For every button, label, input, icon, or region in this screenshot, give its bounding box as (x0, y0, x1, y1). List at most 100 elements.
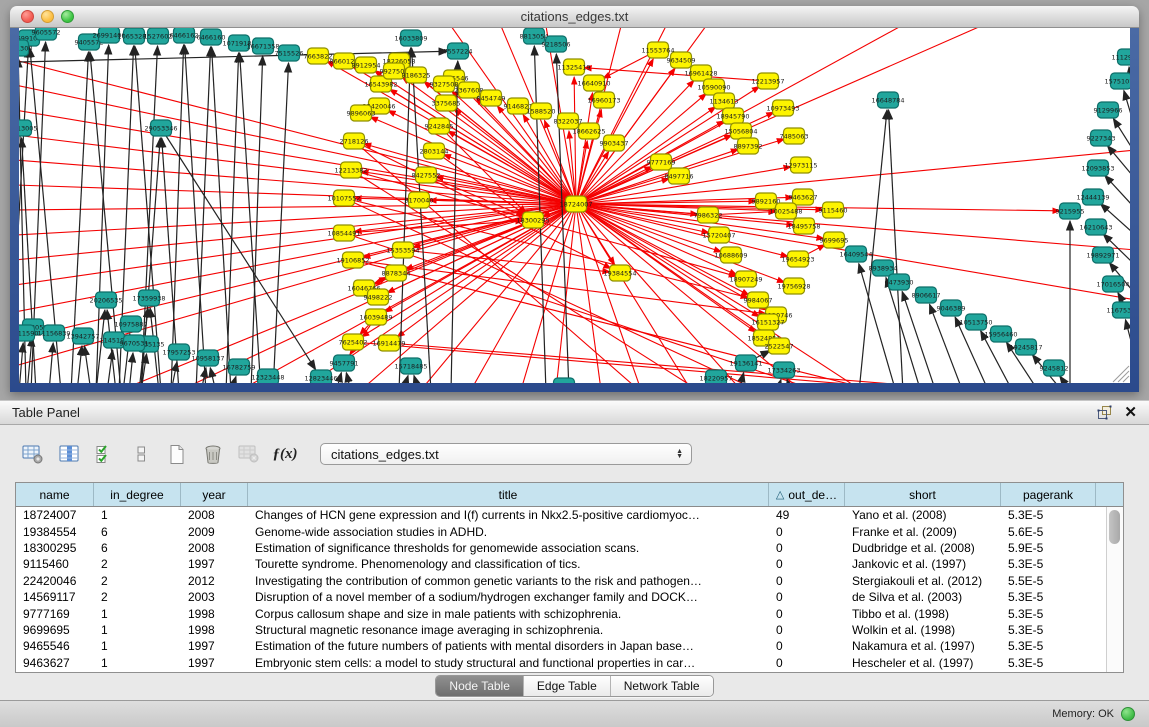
delete-rows-icon[interactable] (198, 439, 228, 469)
network-window-titlebar[interactable]: citations_edges.txt (10, 6, 1139, 28)
column-header-year[interactable]: year (181, 483, 248, 506)
network-node[interactable]: 9498222 (364, 289, 393, 305)
network-node[interactable]: 1527602 (144, 28, 173, 44)
table-row[interactable]: 946362711997Embryonic stem cells: a mode… (16, 655, 1106, 671)
network-canvas[interactable]: 1872400776638228660128891295416543982234… (19, 28, 1130, 383)
zoom-window-button[interactable] (61, 10, 74, 23)
function-builder-icon[interactable]: ƒ(x) (270, 439, 300, 469)
table-row[interactable]: 911546021997Tourette syndrome. Phenomeno… (16, 556, 1106, 572)
network-node[interactable]: 11675349 (1106, 302, 1130, 318)
network-node[interactable]: 20513005 (19, 120, 38, 136)
network-node[interactable]: 1134613 (710, 93, 739, 109)
network-node[interactable]: 12973115 (784, 157, 817, 173)
network-node[interactable]: 6466162 (170, 28, 199, 43)
canvas-resize-grip[interactable] (1113, 366, 1129, 382)
row-height-icon[interactable] (126, 439, 156, 469)
network-node[interactable]: 9896063 (347, 105, 376, 121)
network-node[interactable]: 9215955 (1056, 203, 1085, 219)
network-node[interactable]: 11325419 (557, 59, 590, 75)
network-node[interactable]: 12213957 (751, 73, 784, 89)
scrollbar-thumb[interactable] (1109, 510, 1120, 544)
vertical-scrollbar[interactable] (1106, 507, 1123, 672)
column-header-out_de[interactable]: △out_de… (769, 483, 845, 506)
close-panel-icon[interactable]: ✕ (1124, 405, 1137, 420)
network-node[interactable]: 7625402 (339, 334, 368, 350)
network-node[interactable]: 9634509 (667, 52, 696, 68)
network-node[interactable]: 7557224 (444, 43, 473, 59)
network-node[interactable]: 15956460 (984, 326, 1017, 342)
network-node[interactable]: 7986322 (694, 207, 723, 223)
network-node[interactable]: 8878344 (382, 265, 411, 281)
new-table-icon[interactable] (162, 439, 192, 469)
network-node[interactable]: 9245812 (1040, 360, 1069, 376)
float-panel-icon[interactable] (1097, 405, 1112, 420)
network-node[interactable]: 18495758 (787, 218, 820, 234)
network-node[interactable]: 12823448 (547, 378, 580, 383)
network-node[interactable]: 9227343 (1087, 130, 1116, 146)
network-node[interactable]: 10854491 (327, 225, 360, 241)
network-node[interactable]: 1588520 (527, 103, 556, 119)
network-node[interactable]: 12444139 (1076, 189, 1109, 205)
network-node[interactable]: 8897392 (734, 138, 763, 154)
network-node[interactable]: 15751074 (1104, 73, 1130, 89)
table-row[interactable]: 1872400712008Changes of HCN gene express… (16, 507, 1106, 523)
column-header-title[interactable]: title (248, 483, 769, 506)
network-node[interactable]: 9699695 (820, 232, 849, 248)
network-node[interactable]: 17016504 (1096, 276, 1129, 292)
network-node[interactable]: 11129993 (1111, 49, 1130, 65)
tab-network-table[interactable]: Network Table (611, 676, 713, 696)
network-node[interactable]: 2522547 (765, 338, 794, 354)
network-node[interactable]: 10958137 (191, 350, 224, 366)
network-node[interactable]: 29053346 (144, 120, 177, 136)
close-window-button[interactable] (21, 10, 34, 23)
tab-node-table[interactable]: Node Table (436, 676, 524, 696)
column-header-short[interactable]: short (845, 483, 1001, 506)
network-node[interactable]: 13942757 (66, 328, 99, 344)
network-node[interactable]: 9605572 (32, 28, 61, 40)
network-node[interactable]: 8186325 (402, 67, 431, 83)
network-node[interactable]: 17359938 (132, 290, 165, 306)
network-node[interactable]: 16648784 (871, 92, 904, 108)
network-node[interactable]: 9115460 (819, 202, 848, 218)
network-node[interactable]: 10513750 (959, 314, 992, 330)
network-node[interactable]: 12093853 (1081, 160, 1114, 176)
network-node[interactable]: 16033809 (394, 30, 427, 46)
network-node[interactable]: 9242845 (425, 118, 454, 134)
network-node[interactable]: 2803144 (420, 143, 449, 159)
network-node[interactable]: 19245817 (1009, 339, 1042, 355)
network-node[interactable]: 9129966 (1094, 102, 1123, 118)
network-node[interactable]: 10688609 (714, 247, 747, 263)
network-node[interactable]: 16409544 (839, 246, 872, 262)
table-row[interactable]: 1456911722003Disruption of a novel membe… (16, 589, 1106, 605)
table-row[interactable]: 946554611997Estimation of the future num… (16, 638, 1106, 654)
network-node[interactable]: 8497716 (665, 168, 694, 184)
network-node[interactable]: 8912954 (352, 57, 381, 73)
network-node[interactable]: 6473930 (885, 274, 914, 290)
network-node[interactable]: 3375685 (432, 95, 461, 111)
column-header-in_degree[interactable]: in_degree (94, 483, 181, 506)
column-header-name[interactable]: name (16, 483, 94, 506)
network-node[interactable]: 9903437 (600, 135, 629, 151)
network-node[interactable]: 9046389 (937, 300, 966, 316)
network-node[interactable]: 8906617 (912, 287, 941, 303)
network-node[interactable]: 9984067 (744, 292, 773, 308)
column-header-pagerank[interactable]: pagerank (1001, 483, 1096, 506)
network-node[interactable]: 9670531 (120, 335, 149, 351)
table-row[interactable]: 2242004622012Investigating the contribut… (16, 573, 1106, 589)
network-node[interactable]: 6466160 (197, 29, 226, 45)
network-node[interactable]: 8427552 (412, 167, 441, 183)
select-columns-icon[interactable] (90, 439, 120, 469)
network-node[interactable]: 7485063 (780, 128, 809, 144)
table-row[interactable]: 1938455462009Genome-wide association stu… (16, 523, 1106, 539)
network-node[interactable]: 19756928 (777, 278, 810, 294)
network-node[interactable]: 16210643 (1079, 219, 1112, 235)
table-columns-icon[interactable] (54, 439, 84, 469)
network-node[interactable]: 12823446 (304, 370, 337, 383)
table-row[interactable]: 969969511998Structural magnetic resonanc… (16, 622, 1106, 638)
tab-edge-table[interactable]: Edge Table (524, 676, 611, 696)
network-node[interactable]: 16039489 (359, 309, 392, 325)
network-node[interactable]: 7663822 (304, 48, 333, 64)
table-row[interactable]: 977716911998Corpus callosum shape and si… (16, 605, 1106, 621)
network-node[interactable]: 8454749 (477, 90, 506, 106)
network-node[interactable]: 19892971 (1086, 247, 1119, 263)
